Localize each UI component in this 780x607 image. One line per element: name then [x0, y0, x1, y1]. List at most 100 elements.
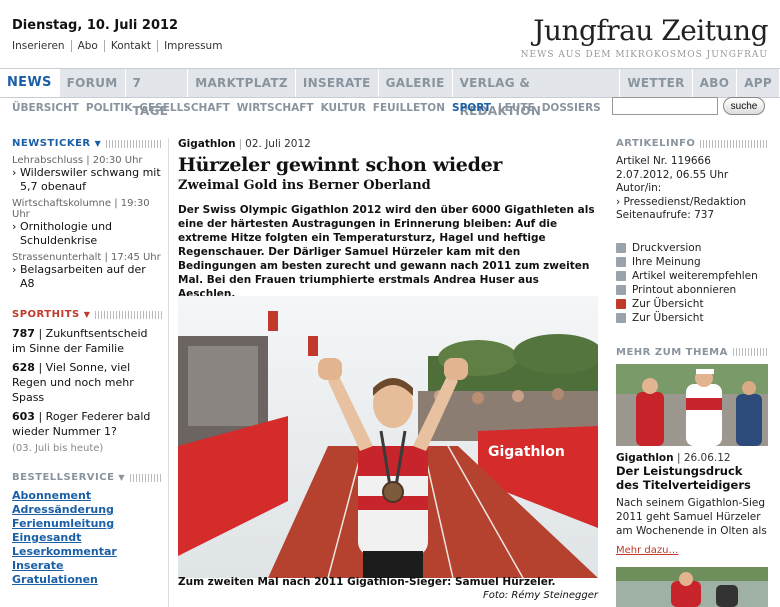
nav-wetter[interactable]: WETTER [620, 69, 693, 97]
link-abonnement[interactable]: Abonnement [12, 489, 162, 503]
related-more-link[interactable]: Mehr dazu… [616, 545, 678, 556]
subnav-uebersicht[interactable]: ÜBERSICHT [12, 101, 79, 115]
related-photo-2[interactable] [616, 566, 768, 607]
article-date: 02. Juli 2012 [245, 138, 311, 150]
sub-navigation: ÜBERSICHT POLITIK GESELLSCHAFT WIRTSCHAF… [12, 101, 608, 115]
article-timestamp: 2.07.2012, 06.55 Uhr [616, 168, 729, 181]
site-logo[interactable]: Jungfrau Zeitung [533, 14, 768, 47]
article-actions: Druckversion Ihre Meinung Artikel weiter… [616, 241, 768, 325]
chevron-down-icon: ▼ [118, 473, 126, 482]
subscribe-icon [616, 284, 626, 295]
ticker-category: Wirtschaftskolumne | 19:30 Uhr [12, 198, 150, 220]
sporthits-title: SPORTHITS [12, 309, 80, 320]
sporthit-item[interactable]: 787 | Zukunftsentscheid im Sinne der Fam… [12, 326, 162, 356]
subnav-dossiers[interactable]: DOSSIERS [542, 101, 601, 115]
related-title: MEHR ZUM THEMA [616, 346, 728, 358]
column-divider [168, 138, 169, 607]
nav-news[interactable]: NEWS [0, 69, 60, 97]
article: Gigathlon | 02. Juli 2012 Hürzeler gewinnt… [178, 138, 598, 601]
subnav-gesellschaft[interactable]: GESELLSCHAFT [139, 101, 229, 115]
nav-inserate[interactable]: INSERATE [296, 69, 379, 97]
svg-text:Gigathlon: Gigathlon [488, 444, 565, 460]
page-views: Seitenaufrufe: 737 [616, 209, 715, 221]
newsticker-title: NEWSTICKER [12, 138, 91, 149]
dotted-divider [95, 310, 162, 319]
printer-icon [616, 242, 626, 253]
comment-icon [616, 256, 626, 267]
link-leserkommentar[interactable]: Leserkommentar [12, 545, 162, 559]
related-category[interactable]: Gigathlon [616, 452, 674, 464]
sporthits-header[interactable]: SPORTHITS ▼ [12, 309, 162, 320]
author-name[interactable]: › Pressedienst/Redaktion [616, 196, 768, 210]
date: Dienstag, 10. Juli 2012 [12, 18, 179, 33]
related-date: 26.06.12 [683, 451, 731, 464]
link-inserate[interactable]: Inserate [12, 559, 162, 573]
overview-back-button[interactable]: Zur Übersicht [616, 297, 768, 311]
related-photo-2-illustration [616, 566, 768, 607]
related-photo[interactable] [616, 363, 768, 446]
photo-caption: Zum zweiten Mal nach 2011 Gigathlon-Sieg… [178, 576, 556, 588]
article-photo[interactable]: Gigathlon [178, 296, 598, 578]
article-headline: Hürzeler gewinnt schon wieder [178, 154, 503, 176]
artikelinfo-title: ARTIKELINFO [616, 138, 696, 149]
nav-galerie[interactable]: GALERIE [379, 69, 453, 97]
sporthits-note: (03. Juli bis heute) [12, 443, 104, 454]
related-header: MEHR ZUM THEMA [616, 347, 768, 358]
recommend-button[interactable]: Artikel weiterempfehlen [616, 269, 768, 283]
nav-abo[interactable]: ABO [693, 69, 738, 97]
nav-verlag-redaktion[interactable]: VERLAG & REDAKTION [453, 69, 621, 118]
arrow-left-icon [616, 298, 626, 309]
nav-app[interactable]: APP [737, 69, 780, 97]
link-ferienumleitung[interactable]: Ferienumleitung [12, 517, 162, 531]
link-abo[interactable]: Abo [70, 40, 104, 52]
link-adressaenderung[interactable]: Adressänderung [12, 503, 162, 517]
ticker-item[interactable]: Wilderswiler schwang mit 5,7 obenauf [12, 166, 162, 194]
arrow-right-icon [616, 312, 626, 323]
chevron-down-icon: ▼ [94, 139, 102, 148]
search-button[interactable]: suche [723, 97, 765, 115]
bestellservice-header[interactable]: BESTELLSERVICE ▼ [12, 472, 162, 483]
subscribe-printout-button[interactable]: Printout abonnieren [616, 283, 768, 297]
athlete-photo-illustration: Gigathlon [178, 296, 598, 578]
article-kicker: Gigathlon | 02. Juli 2012 [178, 138, 311, 150]
chevron-down-icon: ▼ [83, 310, 91, 319]
ticker-item[interactable]: Belagsarbeiten auf der A8 [12, 263, 162, 291]
dotted-divider [732, 348, 768, 356]
mail-icon [616, 270, 626, 281]
article-subhead: Zweimal Gold ins Berner Oberland [178, 178, 431, 193]
link-inserieren[interactable]: Inserieren [12, 40, 71, 52]
subnav-kultur[interactable]: KULTUR [321, 101, 366, 115]
overview-forward-button[interactable]: Zur Übersicht [616, 311, 768, 325]
dotted-divider [130, 473, 162, 482]
dotted-divider [700, 139, 768, 148]
subnav-feuilleton[interactable]: FEUILLETON [373, 101, 445, 115]
nav-marktplatz[interactable]: MARKTPLATZ [188, 69, 296, 97]
nav-7-tage[interactable]: 7 TAGE [126, 69, 189, 118]
newsticker-header[interactable]: NEWSTICKER ▼ [12, 138, 162, 149]
link-eingesandt[interactable]: Eingesandt [12, 531, 162, 545]
ticker-item[interactable]: Ornithologie und Schuldenkrise [12, 220, 162, 248]
subnav-politik[interactable]: POLITIK [86, 101, 132, 115]
print-button[interactable]: Druckversion [616, 241, 768, 255]
article-category[interactable]: Gigathlon [178, 138, 236, 150]
subnav-wirtschaft[interactable]: WIRTSCHAFT [237, 101, 314, 115]
subnav-leute[interactable]: LEUTE [498, 101, 535, 115]
bestellservice-title: BESTELLSERVICE [12, 472, 115, 483]
comment-button[interactable]: Ihre Meinung [616, 255, 768, 269]
main-navigation: NEWS FORUM 7 TAGE MARKTPLATZ INSERATE GA… [0, 68, 780, 118]
right-column: ARTIKELINFO Artikel Nr. 119666 2.07.2012… [616, 138, 768, 607]
link-impressum[interactable]: Impressum [157, 40, 228, 52]
dotted-divider [106, 139, 162, 148]
sporthit-item[interactable]: 628 | Viel Sonne, viel Regen und noch me… [12, 360, 162, 405]
top-links: Inserieren Abo Kontakt Impressum [12, 40, 228, 52]
link-kontakt[interactable]: Kontakt [103, 40, 157, 52]
link-gratulationen[interactable]: Gratulationen [12, 573, 162, 587]
subnav-sport[interactable]: SPORT [452, 101, 491, 115]
sporthit-item[interactable]: 603 | Roger Federer bald wieder Nummer 1… [12, 409, 162, 439]
article-lead: Der Swiss Olympic Gigathlon 2012 wird de… [178, 204, 595, 300]
bestellservice-links: Abonnement Adressänderung Ferienumleitun… [12, 489, 162, 587]
related-headline[interactable]: Der Leistungsdruck des Titelverteidigers [616, 464, 768, 492]
nav-forum[interactable]: FORUM [60, 69, 126, 97]
search-input[interactable] [612, 97, 718, 115]
photo-credit: Foto: Rémy Steinegger [482, 590, 598, 601]
